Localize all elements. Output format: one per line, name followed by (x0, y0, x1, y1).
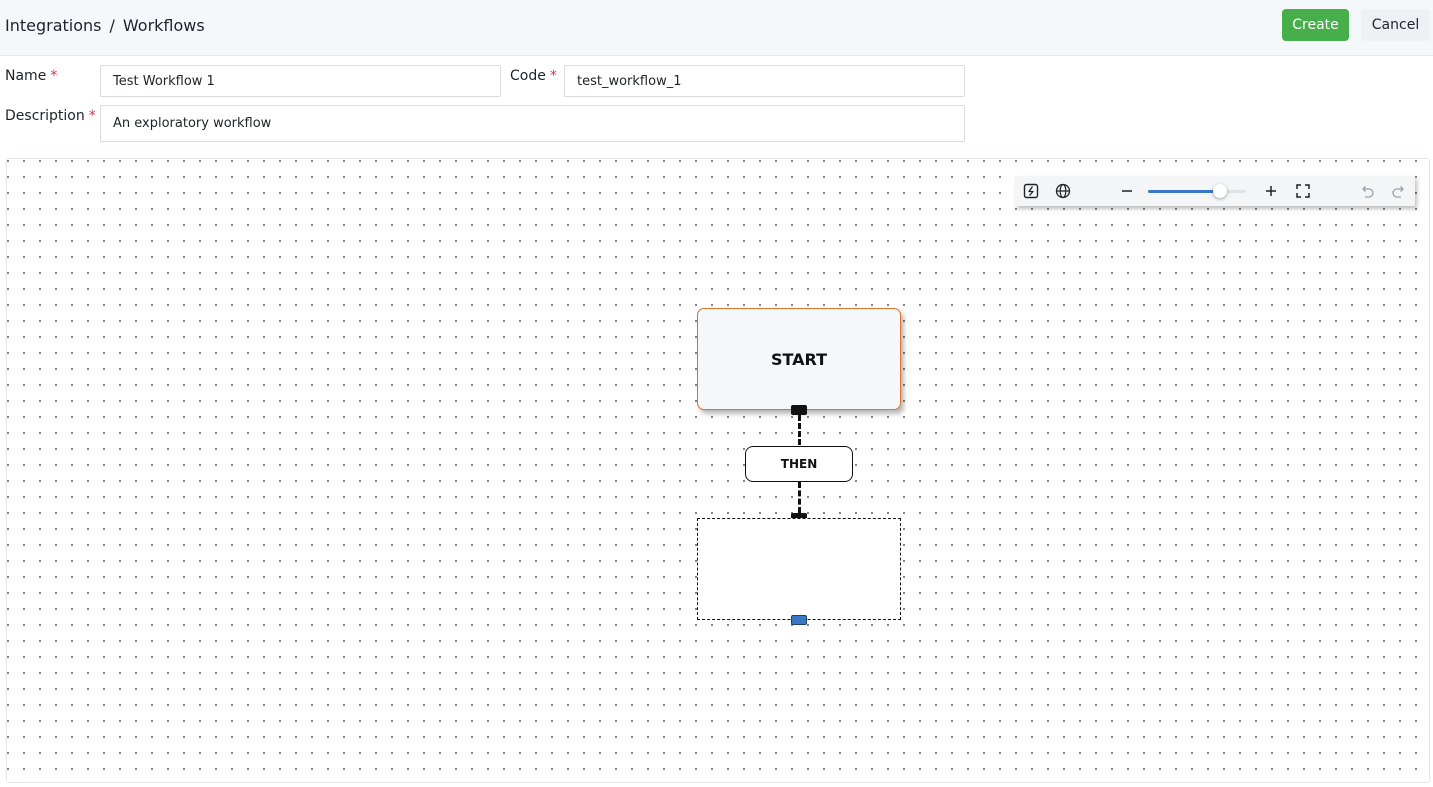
zoom-in-icon[interactable] (1262, 182, 1280, 200)
code-required-mark: * (549, 68, 557, 84)
zoom-out-icon[interactable] (1118, 182, 1136, 200)
start-node-label: START (770, 349, 828, 369)
redo-icon[interactable] (1390, 182, 1408, 200)
cancel-button[interactable]: Cancel (1361, 9, 1430, 41)
globe-icon[interactable] (1054, 182, 1072, 200)
breadcrumb-workflows: Workflows (122, 16, 205, 35)
start-output-port[interactable] (791, 405, 807, 415)
top-bar: Integrations / Workflows Create Cancel (0, 0, 1433, 56)
code-label: Code * (510, 68, 557, 84)
zoom-slider[interactable] (1148, 184, 1246, 198)
code-input[interactable] (564, 65, 965, 97)
name-required-mark: * (50, 68, 58, 84)
then-connector-label: THEN (780, 457, 818, 471)
breadcrumb-integrations[interactable]: Integrations (5, 16, 102, 35)
code-label-text: Code (510, 68, 546, 84)
zoom-slider-thumb[interactable] (1212, 184, 1227, 198)
workflow-canvas[interactable]: START THEN (6, 158, 1430, 783)
description-label-text: Description (5, 108, 85, 124)
description-label: Description * (5, 108, 96, 124)
breadcrumb: Integrations / Workflows (5, 16, 205, 35)
fit-view-icon[interactable] (1294, 182, 1312, 200)
description-textarea[interactable]: An exploratory workflow (100, 105, 965, 142)
workflow-form: Name* Code* Description* An exploratory … (0, 56, 1433, 193)
empty-node-output-port[interactable] (791, 615, 807, 625)
undo-icon[interactable] (1358, 182, 1376, 200)
start-node[interactable]: START (697, 308, 901, 410)
create-button[interactable]: Create (1282, 9, 1349, 41)
name-input[interactable] (100, 65, 501, 97)
description-required-mark: * (88, 108, 96, 124)
name-label-text: Name (5, 68, 47, 84)
connector-line-bottom (798, 482, 801, 513)
then-connector[interactable]: THEN (745, 446, 853, 482)
connector-line-top (798, 415, 801, 445)
name-label: Name * (5, 68, 57, 84)
empty-step-node[interactable] (697, 518, 901, 620)
zoom-slider-fill (1148, 190, 1220, 193)
canvas-toolbar (1015, 176, 1415, 206)
function-icon[interactable] (1022, 182, 1040, 200)
breadcrumb-separator: / (109, 16, 115, 35)
